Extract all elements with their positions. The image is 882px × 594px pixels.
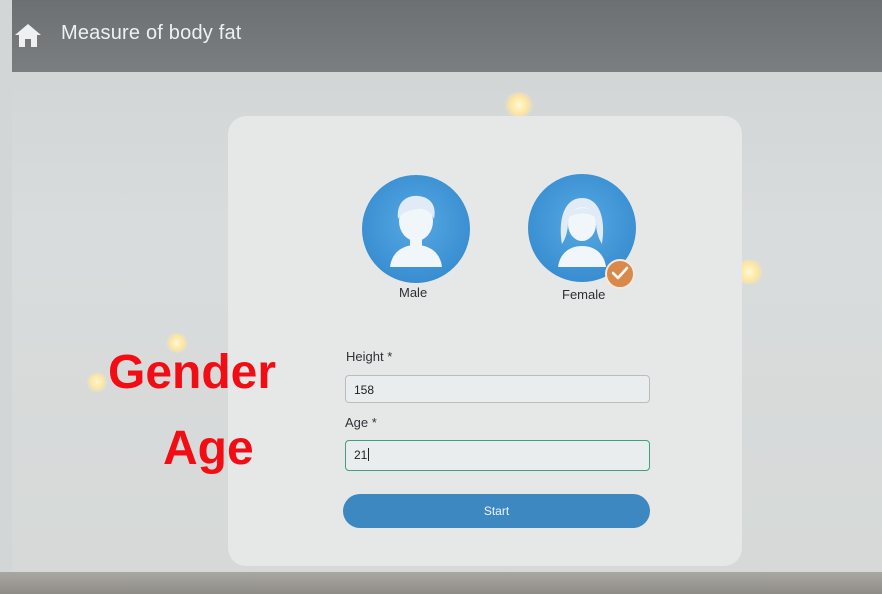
checkmark-icon (611, 266, 629, 280)
male-label: Male (399, 285, 428, 300)
light-glare (86, 372, 108, 392)
start-button[interactable]: Start (343, 494, 650, 528)
gender-annotation: Gender (108, 346, 277, 399)
photo-frame-left (0, 0, 12, 594)
height-label: Height * (346, 349, 393, 364)
age-input[interactable]: 21 (345, 440, 650, 471)
home-icon[interactable] (14, 22, 42, 48)
selected-checkmark (605, 259, 635, 289)
page-title: Measure of body fat (61, 22, 242, 44)
photo-frame-bottom (0, 572, 882, 594)
age-annotation: Age (163, 422, 254, 475)
male-avatar-icon (390, 195, 442, 267)
text-caret (368, 448, 370, 461)
top-bar: Measure of body fat (12, 0, 882, 72)
female-label: Female (562, 287, 606, 302)
age-value: 21 (354, 448, 368, 462)
height-input[interactable]: 158 (345, 375, 650, 403)
male-avatar-button[interactable] (362, 175, 470, 283)
light-glare (503, 92, 535, 118)
height-value: 158 (354, 383, 375, 397)
age-label: Age * (345, 415, 377, 430)
